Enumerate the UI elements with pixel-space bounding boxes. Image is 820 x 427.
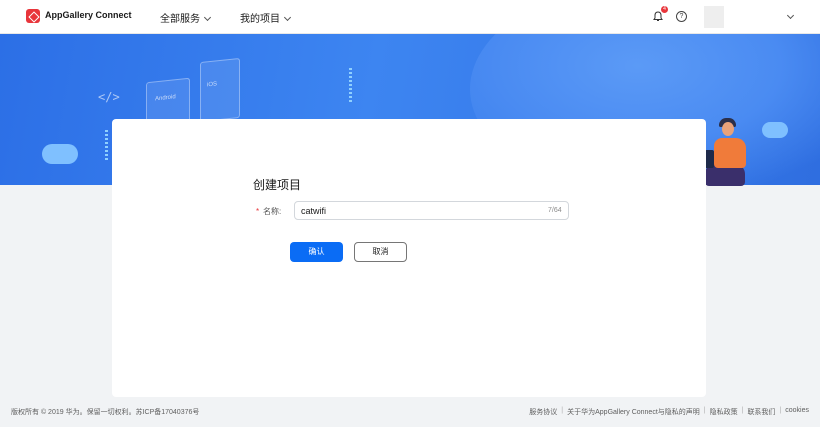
footer-link-privacy-statement[interactable]: 关于华为AppGallery Connect与隐私的声明 [567,407,700,417]
data-dots-decoration [349,68,352,104]
nav-all-services-label: 全部服务 [160,14,200,25]
footer-link-contact[interactable]: 联系我们 [747,407,775,417]
page-title: 创建项目 [253,178,302,192]
nav-all-services[interactable]: 全部服务 [160,10,212,25]
top-header: AppGallery Connect 全部服务 我的项目 4 ? [0,0,820,34]
user-menu-chevron-icon[interactable] [786,11,795,20]
cancel-button[interactable]: 取消 [354,242,407,262]
project-name-value[interactable]: catwifi [301,206,326,216]
chevron-down-icon [203,13,212,22]
char-counter: 7/64 [548,207,562,214]
name-label: 名称: [263,207,282,216]
cloud-icon [762,122,788,138]
chevron-down-icon [283,13,292,22]
bell-icon[interactable] [653,11,663,22]
footer-separator: | [741,407,744,414]
notification-badge: 4 [661,6,668,13]
create-project-card [112,119,706,397]
person-illustration-body [714,138,746,168]
project-name-input[interactable] [294,201,569,220]
help-icon[interactable]: ? [676,11,687,22]
footer-separator: | [561,407,564,414]
footer-link-privacy-policy[interactable]: 隐私政策 [710,407,738,417]
footer-link-cookies[interactable]: cookies [785,407,809,417]
footer-separator: | [779,407,782,414]
android-tag: Android [155,94,176,103]
code-icon: </> [98,90,120,104]
footer-separator: | [703,407,706,414]
ios-tag: iOS [207,81,218,89]
confirm-button[interactable]: 确认 [290,242,343,262]
ios-card-illustration: iOS [200,57,240,123]
data-dots-decoration [105,130,108,162]
footer-links: 服务协议 | 关于华为AppGallery Connect与隐私的声明 | 隐私… [529,407,809,417]
person-illustration-head [722,122,734,136]
footer-link-terms[interactable]: 服务协议 [529,407,557,417]
cloud-icon [42,144,78,164]
app-title[interactable]: AppGallery Connect [45,10,132,20]
nav-my-projects[interactable]: 我的项目 [240,10,292,25]
copyright-text: 版权所有 © 2019 华为。保留一切权利。苏ICP备17040376号 [11,409,200,416]
avatar[interactable] [704,6,724,28]
nav-my-projects-label: 我的项目 [240,14,280,25]
required-mark: * [256,207,260,216]
appgallery-logo-icon[interactable] [26,9,40,23]
